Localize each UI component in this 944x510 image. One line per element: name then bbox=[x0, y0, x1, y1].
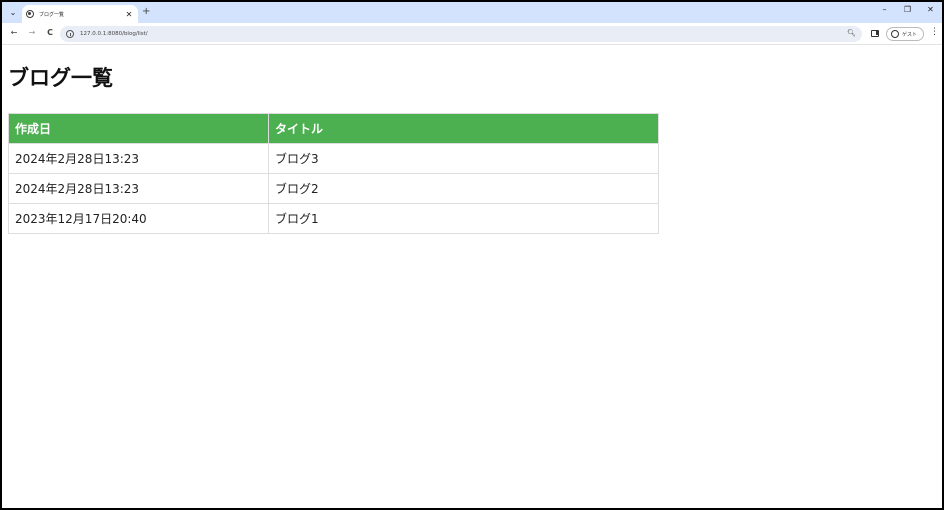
forward-button[interactable]: → bbox=[26, 28, 38, 37]
cell-title: ブログ1 bbox=[268, 203, 659, 234]
cell-created: 2024年2月28日13:23 bbox=[8, 143, 269, 174]
side-panel-icon[interactable] bbox=[871, 30, 879, 37]
table-row: 2024年2月28日13:23 ブログ2 bbox=[8, 173, 659, 204]
address-bar[interactable]: 127.0.0.1:8080/blog/list/ 🔍︎ bbox=[60, 26, 862, 42]
zoom-icon[interactable]: 🔍︎ bbox=[847, 29, 856, 37]
globe-icon bbox=[26, 10, 34, 18]
reload-button[interactable]: C bbox=[44, 28, 56, 37]
tab-strip: ⌄ ブログ一覧 ✕ + – ❐ ✕ bbox=[2, 2, 942, 23]
tab-blog-list[interactable]: ブログ一覧 ✕ bbox=[22, 5, 138, 23]
cell-title: ブログ2 bbox=[268, 173, 659, 204]
tab-search-icon[interactable]: ⌄ bbox=[6, 5, 20, 19]
url-text[interactable]: 127.0.0.1:8080/blog/list/ bbox=[80, 31, 148, 37]
avatar-icon bbox=[891, 30, 899, 38]
guest-label: ゲスト bbox=[902, 31, 918, 38]
table-row: 2023年12月17日20:40 ブログ1 bbox=[8, 203, 659, 234]
cell-created: 2023年12月17日20:40 bbox=[8, 203, 269, 234]
cell-title: ブログ3 bbox=[268, 143, 659, 174]
restore-button[interactable]: ❐ bbox=[896, 5, 919, 14]
minimize-button[interactable]: – bbox=[873, 5, 896, 14]
column-header-created: 作成日 bbox=[8, 113, 269, 144]
back-button[interactable]: ← bbox=[8, 28, 20, 37]
browser-toolbar: ← → C 127.0.0.1:8080/blog/list/ 🔍︎ ゲスト ⋮ bbox=[2, 23, 942, 45]
tab-title: ブログ一覧 bbox=[39, 11, 65, 18]
page-content: ブログ一覧 作成日 タイトル 2024年2月28日13:23 ブログ3 2024… bbox=[2, 46, 942, 508]
column-header-title: タイトル bbox=[268, 113, 659, 144]
new-tab-button[interactable]: + bbox=[142, 6, 150, 17]
page-title: ブログ一覧 bbox=[8, 66, 113, 90]
window-controls: – ❐ ✕ bbox=[873, 5, 942, 14]
close-icon[interactable]: ✕ bbox=[124, 10, 134, 19]
blog-table: 作成日 タイトル 2024年2月28日13:23 ブログ3 2024年2月28日… bbox=[8, 113, 659, 234]
site-info-icon[interactable] bbox=[66, 30, 74, 38]
browser-window: ⌄ ブログ一覧 ✕ + – ❐ ✕ ← → C 127.0.0.1:8080/b… bbox=[0, 0, 944, 510]
guest-profile-button[interactable]: ゲスト bbox=[886, 27, 924, 41]
cell-created: 2024年2月28日13:23 bbox=[8, 173, 269, 204]
more-menu-icon[interactable]: ⋮ bbox=[930, 28, 939, 37]
close-window-button[interactable]: ✕ bbox=[919, 5, 942, 14]
table-row: 2024年2月28日13:23 ブログ3 bbox=[8, 143, 659, 174]
table-header-row: 作成日 タイトル bbox=[8, 113, 659, 144]
